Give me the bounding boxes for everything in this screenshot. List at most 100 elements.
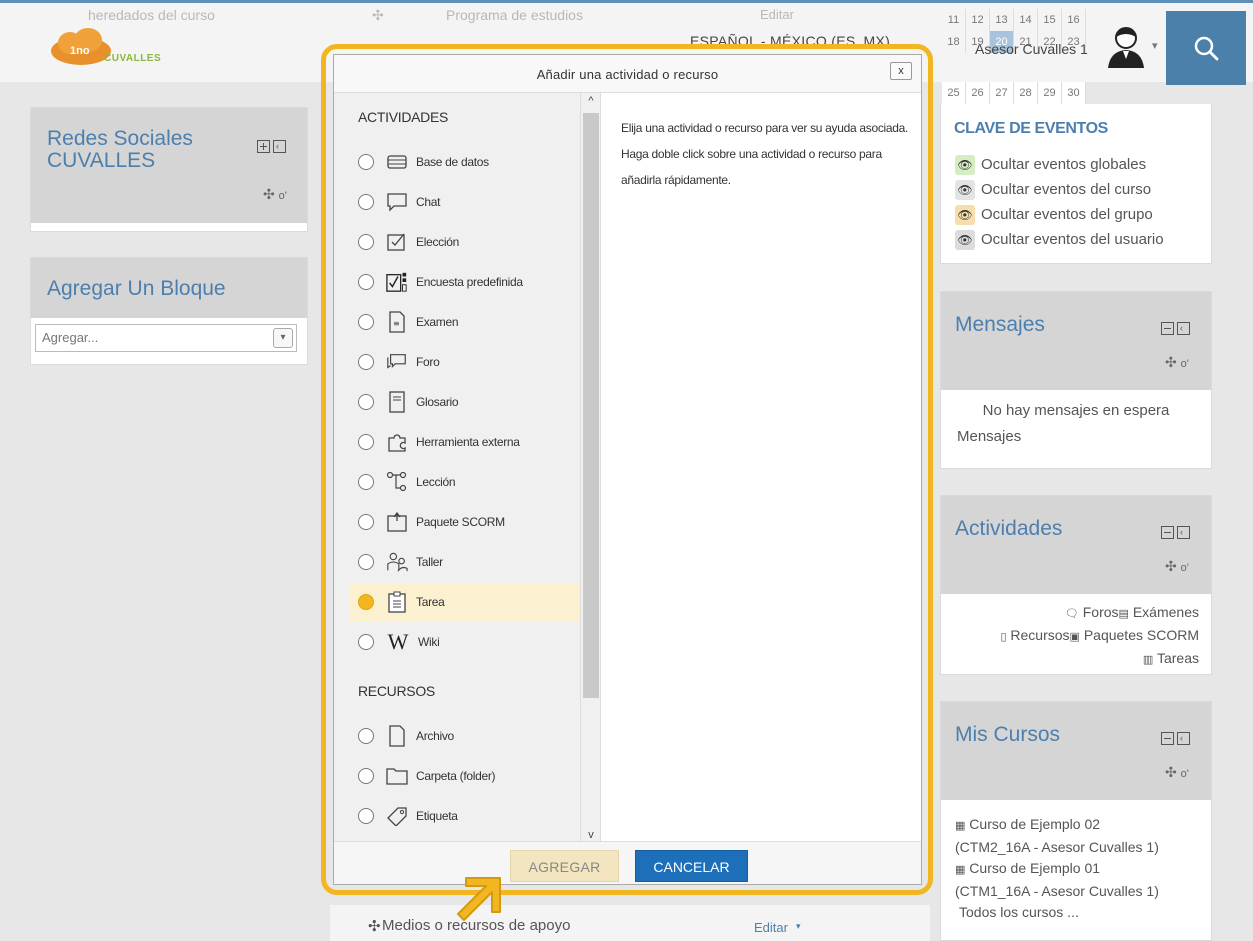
radio-button[interactable] bbox=[358, 634, 374, 650]
scroll-down-icon[interactable]: v bbox=[581, 829, 600, 841]
option-assignment[interactable]: Tarea bbox=[350, 583, 580, 621]
expand-icon[interactable] bbox=[257, 140, 270, 154]
options-list[interactable]: ACTIVIDADES Base de datos Chat Elección … bbox=[334, 93, 600, 843]
block-controls[interactable]: ‹ bbox=[257, 138, 289, 154]
dock-icon[interactable]: ‹ bbox=[1177, 322, 1190, 336]
hide-user-events[interactable]: 👁 Ocultar eventos del usuario bbox=[949, 227, 1164, 252]
user-avatar-icon[interactable] bbox=[1106, 25, 1146, 69]
hide-group-events[interactable]: 👁 Ocultar eventos del grupo bbox=[949, 202, 1164, 227]
options-scrollbar[interactable]: ^ v bbox=[580, 93, 600, 843]
option-external-tool[interactable]: Herramienta externa bbox=[350, 423, 580, 461]
course-link[interactable]: ▦ Curso de Ejemplo 02 bbox=[955, 814, 1159, 837]
quizzes-link[interactable]: Exámenes bbox=[1133, 604, 1199, 620]
syllabus-link: Programa de estudios bbox=[446, 7, 583, 23]
radio-button[interactable] bbox=[358, 154, 374, 170]
resource-icon: ▯ bbox=[1000, 631, 1007, 643]
close-button[interactable]: x bbox=[890, 62, 912, 80]
scroll-thumb[interactable] bbox=[583, 113, 599, 698]
dialog-title: Añadir una actividad o recurso bbox=[536, 67, 719, 82]
radio-button[interactable] bbox=[358, 394, 374, 410]
radio-button[interactable] bbox=[358, 474, 374, 490]
dock-icon[interactable]: ‹ bbox=[1177, 526, 1190, 540]
option-database[interactable]: Base de datos bbox=[350, 143, 580, 181]
pointer-arrow-icon bbox=[457, 877, 501, 921]
option-workshop[interactable]: Taller bbox=[350, 543, 580, 581]
radio-button-selected[interactable] bbox=[358, 594, 374, 610]
eye-icon: 👁 bbox=[955, 204, 975, 225]
collapse-icon[interactable] bbox=[1161, 526, 1174, 540]
add-button[interactable]: AGREGAR bbox=[510, 850, 619, 882]
dock-icon[interactable]: ‹ bbox=[1177, 732, 1190, 746]
option-wiki[interactable]: W Wiki bbox=[350, 623, 580, 661]
course-link[interactable]: ▦ Curso de Ejemplo 01 bbox=[955, 858, 1159, 881]
block-controls[interactable]: ‹ bbox=[1161, 730, 1193, 746]
chevron-down-icon[interactable]: ▾ bbox=[796, 921, 801, 932]
radio-button[interactable] bbox=[358, 314, 374, 330]
database-icon bbox=[386, 150, 408, 174]
search-icon bbox=[1194, 36, 1219, 61]
move-icon[interactable]: ✣ o' bbox=[1165, 558, 1189, 575]
radio-button[interactable] bbox=[358, 808, 374, 824]
move-icon[interactable]: ✣ o' bbox=[1165, 764, 1189, 781]
hide-course-events[interactable]: 👁 Ocultar eventos del curso bbox=[949, 177, 1164, 202]
scorm-link[interactable]: Paquetes SCORM bbox=[1084, 627, 1199, 643]
add-block-select[interactable]: Agregar... ▾ bbox=[35, 324, 297, 352]
eye-icon: 👁 bbox=[955, 179, 975, 200]
puzzle-icon bbox=[386, 430, 408, 454]
workshop-icon bbox=[386, 550, 408, 574]
radio-button[interactable] bbox=[358, 194, 374, 210]
scorm-icon: ▣ bbox=[1069, 631, 1080, 643]
radio-button[interactable] bbox=[358, 234, 374, 250]
scroll-up-icon[interactable]: ^ bbox=[581, 95, 600, 107]
option-scorm[interactable]: Paquete SCORM bbox=[350, 503, 580, 541]
tag-icon bbox=[386, 804, 408, 828]
hide-global-events[interactable]: 👁 Ocultar eventos globales bbox=[949, 152, 1164, 177]
resources-link[interactable]: Recursos bbox=[1010, 627, 1069, 643]
radio-button[interactable] bbox=[358, 768, 374, 784]
resources-section-title: RECURSOS bbox=[358, 683, 435, 699]
course-section-row: ✣ Medios o recursos de apoyo Editar ▾ bbox=[330, 905, 930, 941]
radio-button[interactable] bbox=[358, 354, 374, 370]
option-forum[interactable]: Foro bbox=[350, 343, 580, 381]
activity-chooser-dialog: Añadir una actividad o recurso x ACTIVID… bbox=[333, 54, 922, 885]
radio-button[interactable] bbox=[358, 728, 374, 744]
block-controls[interactable]: ‹ bbox=[1161, 524, 1193, 540]
option-choice[interactable]: Elección bbox=[350, 223, 580, 261]
user-menu-name[interactable]: Asesor Cuvalles 1 bbox=[975, 41, 1088, 57]
option-file[interactable]: Archivo bbox=[350, 717, 580, 755]
option-chat[interactable]: Chat bbox=[350, 183, 580, 221]
edit-menu[interactable]: Editar bbox=[754, 920, 788, 935]
cancel-button[interactable]: CANCELAR bbox=[635, 850, 748, 882]
collapse-icon[interactable] bbox=[1161, 732, 1174, 746]
collapse-icon[interactable] bbox=[1161, 322, 1174, 336]
assignment-icon bbox=[386, 590, 408, 614]
course-icon: ▦ bbox=[955, 820, 966, 832]
option-lesson[interactable]: Lección bbox=[350, 463, 580, 501]
radio-button[interactable] bbox=[358, 554, 374, 570]
activities-section-title: ACTIVIDADES bbox=[358, 109, 449, 125]
move-icon[interactable]: ✣ bbox=[368, 917, 381, 935]
radio-button[interactable] bbox=[358, 514, 374, 530]
option-glossary[interactable]: Glosario bbox=[350, 383, 580, 421]
option-folder[interactable]: Carpeta (folder) bbox=[350, 757, 580, 795]
forums-link[interactable]: Foros bbox=[1083, 604, 1119, 620]
option-label[interactable]: Etiqueta bbox=[350, 797, 580, 835]
search-button[interactable] bbox=[1166, 11, 1246, 85]
option-quiz[interactable]: ≡ Examen bbox=[350, 303, 580, 341]
forum-icon: 🗨 bbox=[1064, 608, 1079, 620]
move-icon[interactable]: ✣ o' bbox=[263, 186, 287, 203]
option-survey[interactable]: Encuesta predefinida bbox=[350, 263, 580, 301]
block-controls[interactable]: ‹ bbox=[1161, 320, 1193, 336]
chevron-down-icon[interactable]: ▾ bbox=[1152, 39, 1158, 52]
assignments-link[interactable]: Tareas bbox=[1157, 650, 1199, 666]
activities-title: Actividades bbox=[955, 517, 1063, 540]
lesson-icon bbox=[386, 470, 408, 494]
dock-icon[interactable]: ‹ bbox=[273, 140, 286, 154]
messages-link[interactable]: Mensajes bbox=[957, 428, 1021, 445]
move-icon[interactable]: ✣ o' bbox=[1165, 354, 1189, 371]
radio-button[interactable] bbox=[358, 434, 374, 450]
all-courses-link[interactable]: Todos los cursos ... bbox=[955, 902, 1159, 923]
radio-button[interactable] bbox=[358, 274, 374, 290]
calendar-row: 11 12 13 14 15 16 bbox=[942, 9, 1086, 31]
site-logo[interactable]: 1no CUVALLES bbox=[46, 23, 166, 73]
